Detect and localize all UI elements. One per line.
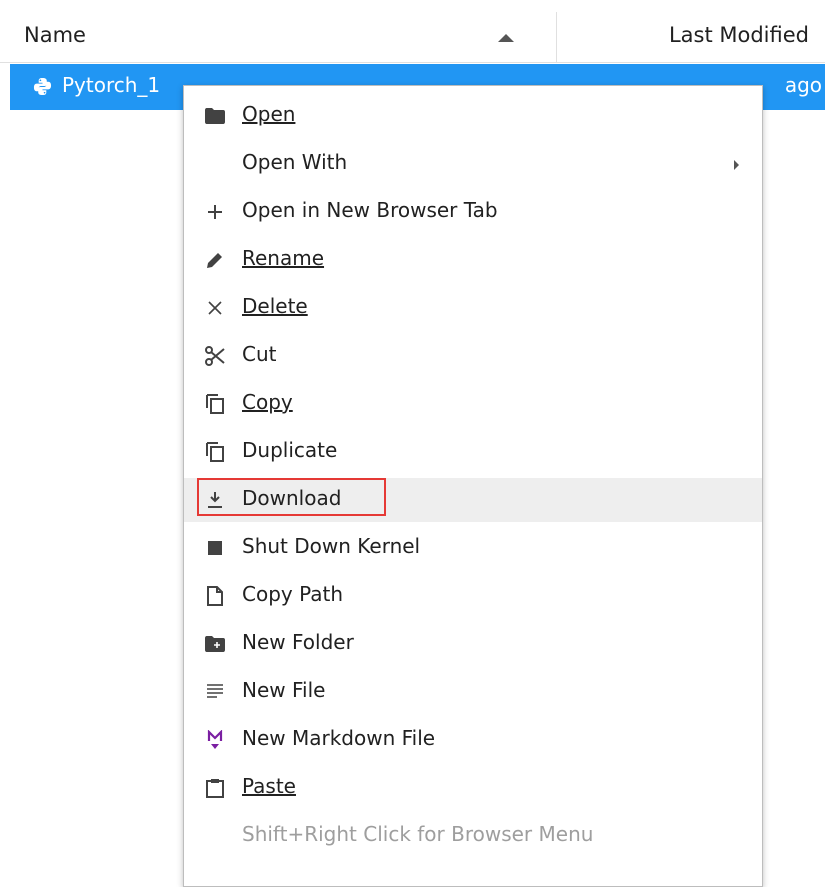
copy-icon bbox=[203, 392, 227, 416]
menu-item-cut[interactable]: Cut bbox=[184, 334, 762, 378]
menu-item-new-markdown-file[interactable]: New Markdown File bbox=[184, 718, 762, 762]
menu-item-open-new-tab[interactable]: Open in New Browser Tab bbox=[184, 190, 762, 234]
menu-item-label: Duplicate bbox=[242, 438, 338, 462]
menu-item-new-file[interactable]: New File bbox=[184, 670, 762, 714]
submenu-arrow-icon bbox=[734, 160, 739, 170]
menu-item-label: Delete bbox=[242, 294, 308, 318]
highlight-box bbox=[197, 478, 386, 516]
folder-icon bbox=[203, 104, 227, 128]
menu-item-label: New File bbox=[242, 678, 326, 702]
menu-item-copy[interactable]: Copy bbox=[184, 382, 762, 426]
last-modified-column-header[interactable]: Last Modified bbox=[669, 23, 809, 47]
file-name[interactable]: Pytorch_1 bbox=[62, 73, 160, 97]
plus-icon bbox=[203, 200, 227, 224]
text-file-icon bbox=[203, 680, 227, 704]
menu-item-label: Copy bbox=[242, 390, 293, 414]
scissors-icon bbox=[203, 344, 227, 368]
menu-item-label: Rename bbox=[242, 246, 325, 270]
name-column-header[interactable]: Name bbox=[24, 23, 86, 47]
menu-item-open-with[interactable]: Open With bbox=[184, 142, 762, 186]
menu-item-label: New Folder bbox=[242, 630, 354, 654]
sort-ascending-icon[interactable] bbox=[498, 34, 514, 42]
file-last-modified: ago bbox=[784, 73, 822, 97]
menu-item-paste[interactable]: Paste bbox=[184, 766, 762, 810]
hint-text: Shift+Right Click for Browser Menu bbox=[242, 822, 594, 846]
context-menu: Open Open With Open in New Browser Tab R… bbox=[183, 85, 763, 887]
pencil-icon bbox=[203, 248, 227, 272]
menu-item-duplicate[interactable]: Duplicate bbox=[184, 430, 762, 474]
menu-item-label: Copy Path bbox=[242, 582, 344, 606]
menu-item-label: Open With bbox=[242, 150, 348, 174]
menu-item-shut-down-kernel[interactable]: Shut Down Kernel bbox=[184, 526, 762, 570]
python-icon bbox=[33, 77, 52, 96]
markdown-icon bbox=[203, 728, 227, 752]
menu-item-label: Shut Down Kernel bbox=[242, 534, 421, 558]
clipboard-icon bbox=[203, 776, 227, 800]
menu-item-rename[interactable]: Rename bbox=[184, 238, 762, 282]
menu-item-new-folder[interactable]: New Folder bbox=[184, 622, 762, 666]
browser-menu-hint: Shift+Right Click for Browser Menu bbox=[184, 814, 762, 858]
stop-icon bbox=[203, 536, 227, 560]
column-divider[interactable] bbox=[556, 12, 557, 62]
menu-item-label: Open bbox=[242, 102, 296, 126]
menu-item-copy-path[interactable]: Copy Path bbox=[184, 574, 762, 618]
menu-item-label: New Markdown File bbox=[242, 726, 436, 750]
new-folder-icon bbox=[203, 632, 227, 656]
file-browser-header: Name Last Modified bbox=[0, 12, 825, 63]
file-icon bbox=[203, 584, 227, 608]
menu-item-label: Cut bbox=[242, 342, 277, 366]
menu-item-delete[interactable]: Delete bbox=[184, 286, 762, 330]
menu-item-label: Open in New Browser Tab bbox=[242, 198, 498, 222]
menu-item-label: Paste bbox=[242, 774, 296, 798]
copy-icon bbox=[203, 440, 227, 464]
close-icon bbox=[203, 296, 227, 320]
menu-item-open[interactable]: Open bbox=[184, 94, 762, 138]
menu-item-download[interactable]: Download bbox=[184, 478, 762, 522]
